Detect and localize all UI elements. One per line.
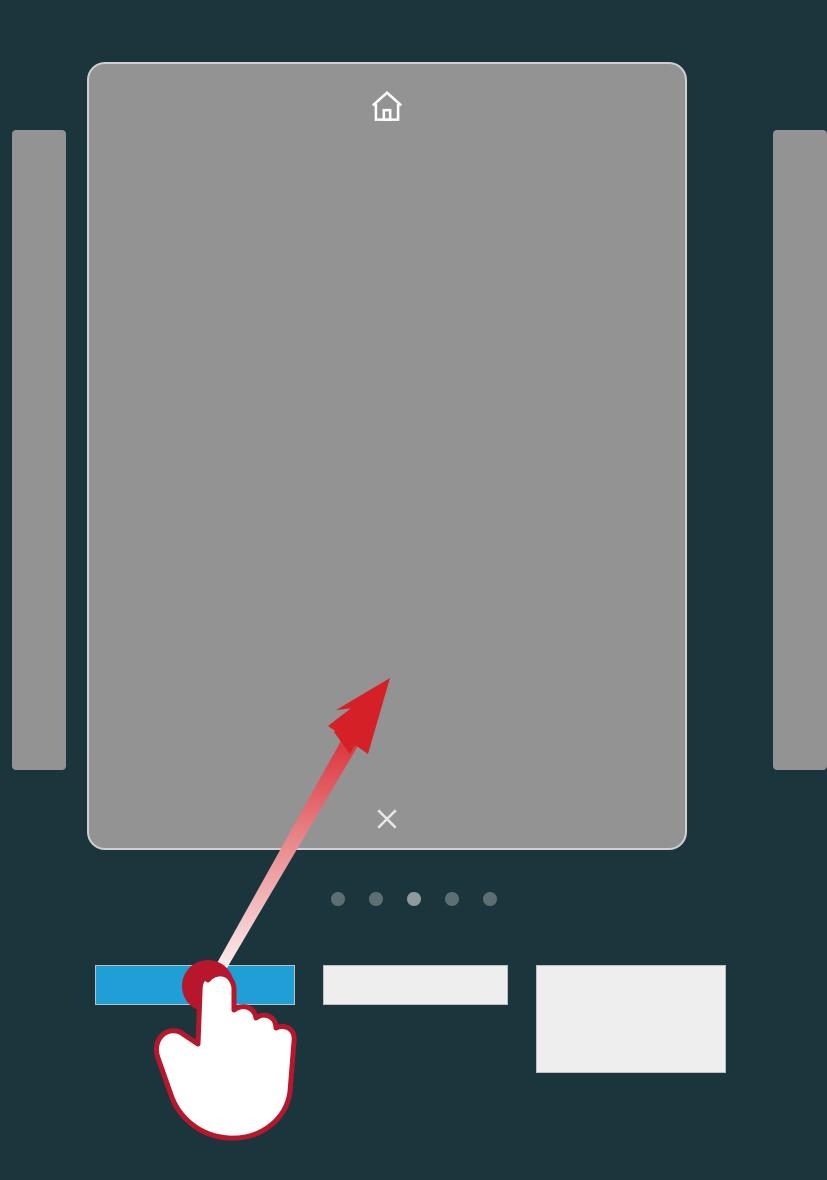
page-dot-1[interactable] bbox=[331, 892, 345, 906]
home-icon[interactable] bbox=[368, 88, 406, 126]
close-icon[interactable] bbox=[372, 804, 402, 834]
card-peek-right[interactable] bbox=[773, 130, 827, 770]
card-peek-left[interactable] bbox=[12, 130, 66, 770]
bottom-button-1[interactable] bbox=[95, 965, 295, 1005]
page-dot-4[interactable] bbox=[445, 892, 459, 906]
bottom-button-2[interactable] bbox=[323, 965, 508, 1005]
main-card[interactable] bbox=[87, 62, 687, 850]
page-indicator[interactable] bbox=[331, 892, 497, 906]
page-dot-2[interactable] bbox=[369, 892, 383, 906]
page-dot-5[interactable] bbox=[483, 892, 497, 906]
bottom-row bbox=[95, 965, 726, 1073]
bottom-panel-3[interactable] bbox=[536, 965, 726, 1073]
page-dot-3[interactable] bbox=[407, 892, 421, 906]
